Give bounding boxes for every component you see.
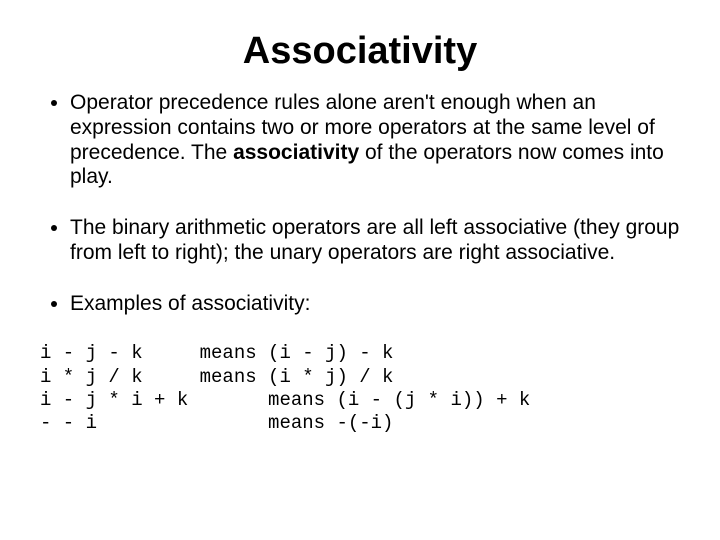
bullet-2: The binary arithmetic operators are all … — [70, 216, 690, 266]
bullet-list: Operator precedence rules alone aren't e… — [30, 91, 690, 316]
page-title: Associativity — [30, 30, 690, 73]
slide: Associativity Operator precedence rules … — [0, 0, 720, 540]
bullet-3: Examples of associativity: — [70, 292, 690, 317]
code-examples: i - j - k means (i - j) - k i * j / k me… — [40, 342, 690, 435]
bullet-1-emph: associativity — [233, 141, 359, 164]
bullet-1: Operator precedence rules alone aren't e… — [70, 91, 690, 190]
